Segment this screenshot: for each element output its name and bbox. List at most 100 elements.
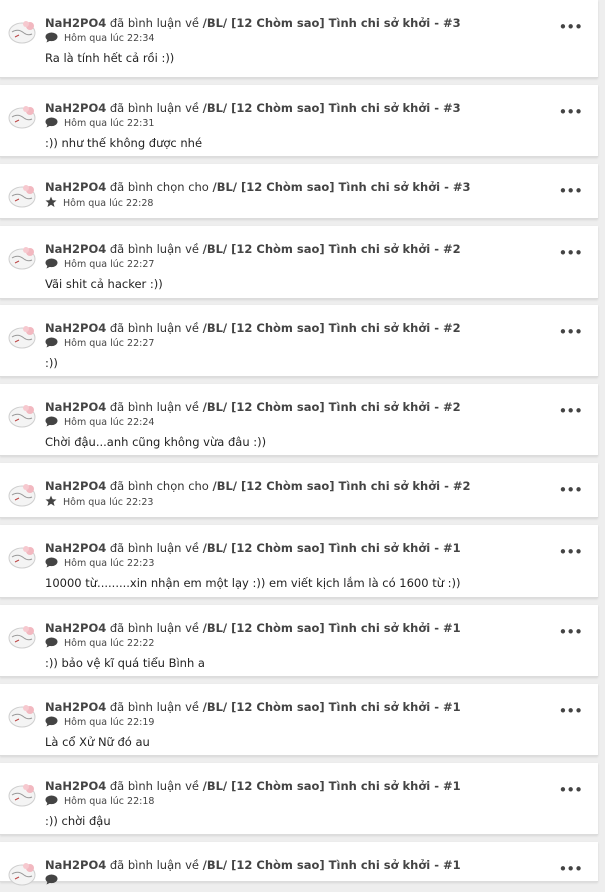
username-link[interactable]: NaH2PO4	[45, 779, 106, 793]
activity-title: NaH2PO4 đã bình luận về /BL/ [12 Chòm sa…	[45, 779, 558, 793]
story-link[interactable]: /BL/ [12 Chòm sao] Tình chi sở khởi - #3	[213, 180, 471, 194]
activity-meta: Hôm qua lúc 22:31	[45, 117, 154, 132]
username-link[interactable]: NaH2PO4	[45, 479, 106, 493]
username-link[interactable]: NaH2PO4	[45, 180, 106, 194]
username-link[interactable]: NaH2PO4	[45, 621, 106, 635]
more-options-icon[interactable]: •••	[558, 246, 583, 261]
activity-card: NaH2PO4 đã bình luận về /BL/ [12 Chòm sa…	[0, 384, 598, 456]
story-link[interactable]: /BL/ [12 Chòm sao] Tình chi sở khởi - #2	[203, 321, 461, 335]
avatar[interactable]	[6, 702, 38, 730]
avatar[interactable]	[6, 481, 38, 509]
more-options-icon[interactable]: •••	[558, 105, 583, 120]
avatar[interactable]	[6, 323, 38, 351]
comment-text: Là cổ Xử Nữ đó au	[45, 735, 150, 749]
more-options-icon[interactable]: •••	[558, 404, 583, 419]
comment-text: Vãi shit cả hacker :))	[45, 277, 163, 291]
comment-icon	[45, 557, 58, 572]
star-icon	[45, 196, 57, 212]
activity-card: NaH2PO4 đã bình chọn cho /BL/ [12 Chòm s…	[0, 164, 598, 219]
story-link[interactable]: /BL/ [12 Chòm sao] Tình chi sở khởi - #3	[203, 16, 461, 30]
username-link[interactable]: NaH2PO4	[45, 321, 106, 335]
more-options-icon[interactable]: •••	[558, 184, 583, 199]
username-link[interactable]: NaH2PO4	[45, 101, 106, 115]
activity-title: NaH2PO4 đã bình luận về /BL/ [12 Chòm sa…	[45, 400, 558, 414]
activity-card: NaH2PO4 đã bình luận về /BL/ [12 Chòm sa…	[0, 226, 598, 299]
story-link[interactable]: /BL/ [12 Chòm sao] Tình chi sở khởi - #2	[213, 479, 471, 493]
comment-text: :)) chời đậu	[45, 814, 111, 828]
more-options-icon[interactable]: •••	[558, 545, 583, 560]
comment-icon	[45, 416, 58, 431]
comment-icon	[45, 874, 58, 889]
activity-meta	[45, 874, 64, 889]
activity-title: NaH2PO4 đã bình luận về /BL/ [12 Chòm sa…	[45, 101, 558, 115]
activity-meta: Hôm qua lúc 22:23	[45, 495, 153, 511]
story-link[interactable]: /BL/ [12 Chòm sao] Tình chi sở khởi - #2	[203, 400, 461, 414]
activity-feed: NaH2PO4 đã bình luận về /BL/ [12 Chòm sa…	[0, 0, 605, 886]
story-link[interactable]: /BL/ [12 Chòm sao] Tình chi sở khởi - #1	[203, 621, 461, 635]
activity-meta: Hôm qua lúc 22:34	[45, 32, 154, 47]
activity-title: NaH2PO4 đã bình luận về /BL/ [12 Chòm sa…	[45, 16, 558, 30]
timestamp: Hôm qua lúc 22:28	[63, 198, 154, 209]
username-link[interactable]: NaH2PO4	[45, 700, 106, 714]
activity-card: NaH2PO4 đã bình luận về /BL/ [12 Chòm sa…	[0, 525, 598, 598]
comment-text: 10000 từ.........xin nhận em một lạy :))…	[45, 576, 461, 590]
comment-text: :)) như thế không được nhé	[45, 136, 203, 150]
avatar[interactable]	[6, 543, 38, 571]
more-options-icon[interactable]: •••	[558, 783, 583, 798]
more-options-icon[interactable]: •••	[558, 625, 583, 640]
avatar[interactable]	[6, 103, 38, 131]
username-link[interactable]: NaH2PO4	[45, 16, 106, 30]
story-link[interactable]: /BL/ [12 Chòm sao] Tình chi sở khởi - #1	[203, 700, 461, 714]
comment-text: Chời đậu...anh cũng không vừa đâu :))	[45, 435, 267, 449]
avatar[interactable]	[6, 860, 38, 888]
avatar[interactable]	[6, 623, 38, 651]
activity-action: đã bình luận về	[109, 779, 199, 793]
comment-icon	[45, 337, 58, 352]
story-link[interactable]: /BL/ [12 Chòm sao] Tình chi sở khởi - #2	[203, 242, 461, 256]
story-link[interactable]: /BL/ [12 Chòm sao] Tình chi sở khởi - #1	[203, 779, 461, 793]
comment-text: Ra là tính hết cả rồi :))	[45, 51, 175, 65]
activity-card: NaH2PO4 đã bình luận về /BL/ [12 Chòm sa…	[0, 0, 598, 78]
activity-card: NaH2PO4 đã bình luận về /BL/ [12 Chòm sa…	[0, 684, 598, 756]
avatar[interactable]	[6, 18, 38, 46]
activity-card: NaH2PO4 đã bình luận về /BL/ [12 Chòm sa…	[0, 605, 598, 677]
avatar[interactable]	[6, 182, 38, 210]
activity-action: đã bình luận về	[109, 16, 199, 30]
username-link[interactable]: NaH2PO4	[45, 858, 106, 872]
story-link[interactable]: /BL/ [12 Chòm sao] Tình chi sở khởi - #1	[203, 541, 461, 555]
activity-title: NaH2PO4 đã bình luận về /BL/ [12 Chòm sa…	[45, 621, 558, 635]
activity-action: đã bình luận về	[109, 400, 199, 414]
timestamp: Hôm qua lúc 22:31	[64, 118, 155, 129]
timestamp: Hôm qua lúc 22:22	[64, 638, 155, 649]
story-link[interactable]: /BL/ [12 Chòm sao] Tình chi sở khởi - #1	[203, 858, 461, 872]
timestamp: Hôm qua lúc 22:19	[64, 717, 155, 728]
star-icon	[45, 495, 57, 511]
more-options-icon[interactable]: •••	[558, 20, 583, 35]
activity-title: NaH2PO4 đã bình luận về /BL/ [12 Chòm sa…	[45, 858, 558, 872]
avatar[interactable]	[6, 244, 38, 272]
activity-title: NaH2PO4 đã bình luận về /BL/ [12 Chòm sa…	[45, 321, 558, 335]
username-link[interactable]: NaH2PO4	[45, 541, 106, 555]
avatar[interactable]	[6, 781, 38, 809]
comment-text: :))	[45, 356, 58, 370]
activity-card: NaH2PO4 đã bình luận về /BL/ [12 Chòm sa…	[0, 305, 598, 377]
activity-card: NaH2PO4 đã bình luận về /BL/ [12 Chòm sa…	[0, 763, 598, 835]
activity-meta: Hôm qua lúc 22:18	[45, 795, 154, 810]
activity-action: đã bình luận về	[109, 242, 199, 256]
activity-action: đã bình luận về	[109, 321, 199, 335]
username-link[interactable]: NaH2PO4	[45, 400, 106, 414]
activity-action: đã bình luận về	[109, 621, 199, 635]
activity-meta: Hôm qua lúc 22:19	[45, 716, 154, 731]
comment-icon	[45, 258, 58, 273]
activity-action: đã bình luận về	[109, 700, 199, 714]
more-options-icon[interactable]: •••	[558, 704, 583, 719]
activity-meta: Hôm qua lúc 22:23	[45, 557, 154, 572]
activity-title: NaH2PO4 đã bình luận về /BL/ [12 Chòm sa…	[45, 541, 558, 555]
more-options-icon[interactable]: •••	[558, 483, 583, 498]
more-options-icon[interactable]: •••	[558, 325, 583, 340]
avatar[interactable]	[6, 402, 38, 430]
story-link[interactable]: /BL/ [12 Chòm sao] Tình chi sở khởi - #3	[203, 101, 461, 115]
activity-card: NaH2PO4 đã bình luận về /BL/ [12 Chòm sa…	[0, 85, 598, 157]
username-link[interactable]: NaH2PO4	[45, 242, 106, 256]
activity-title: NaH2PO4 đã bình luận về /BL/ [12 Chòm sa…	[45, 700, 558, 714]
